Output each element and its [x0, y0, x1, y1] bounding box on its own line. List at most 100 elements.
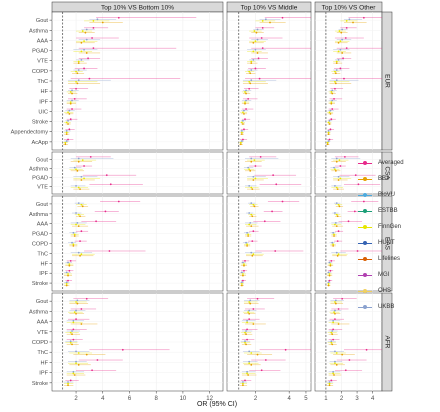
- point-estimate: [249, 82, 252, 85]
- point-estimate: [67, 261, 69, 264]
- point-estimate: [245, 241, 247, 244]
- point-estimate: [69, 101, 72, 103]
- point-estimate: [75, 70, 77, 73]
- panel-title: Top 10% VS Middle: [241, 5, 298, 12]
- row-label: Stroke: [32, 381, 48, 387]
- point-estimate: [75, 312, 77, 315]
- point-estimate: [332, 338, 335, 341]
- point-estimate: [260, 369, 263, 372]
- point-estimate: [239, 141, 242, 144]
- point-estimate: [77, 363, 80, 366]
- point-estimate: [81, 205, 84, 208]
- point-estimate: [336, 215, 339, 218]
- row-label: Stroke: [32, 281, 48, 287]
- point-estimate: [338, 159, 341, 162]
- point-estimate: [69, 259, 72, 262]
- point-estimate: [65, 271, 68, 274]
- row-label: VTE: [37, 330, 48, 336]
- point-estimate: [242, 273, 244, 275]
- point-estimate: [252, 175, 255, 178]
- point-estimate: [335, 79, 338, 82]
- point-estimate: [85, 38, 88, 41]
- point-estimate: [80, 230, 83, 233]
- point-estimate: [250, 157, 253, 160]
- point-estimate: [256, 297, 259, 300]
- x-tick-label: 2: [254, 396, 258, 402]
- point-estimate: [73, 374, 76, 376]
- point-estimate: [334, 212, 336, 214]
- point-estimate: [72, 338, 75, 341]
- point-estimate: [245, 330, 247, 332]
- point-estimate: [244, 341, 246, 344]
- point-estimate: [337, 41, 340, 44]
- point-estimate: [330, 341, 333, 344]
- point-estimate: [334, 350, 336, 353]
- row-label: Stroke: [32, 120, 48, 126]
- point-estimate: [252, 59, 255, 61]
- point-estimate: [331, 241, 334, 244]
- point-estimate: [248, 70, 251, 73]
- point-estimate: [250, 251, 253, 254]
- point-estimate: [117, 16, 120, 19]
- point-estimate: [342, 57, 344, 60]
- point-estimate: [84, 31, 87, 34]
- point-estimate: [333, 97, 335, 100]
- point-estimate: [327, 133, 330, 136]
- point-estimate: [77, 352, 80, 354]
- point-estimate: [72, 370, 75, 373]
- point-estimate: [80, 323, 83, 325]
- point-estimate: [244, 259, 246, 262]
- point-estimate: [91, 37, 93, 39]
- x-tick-label: 5: [304, 396, 308, 402]
- point-estimate: [250, 352, 253, 354]
- point-estimate: [121, 348, 124, 351]
- point-estimate: [81, 159, 84, 162]
- point-estimate: [248, 350, 251, 353]
- point-estimate: [333, 374, 335, 376]
- point-estimate: [248, 87, 251, 90]
- point-estimate: [83, 48, 85, 51]
- point-estimate: [243, 109, 245, 112]
- point-estimate: [72, 321, 75, 324]
- point-estimate: [243, 112, 245, 115]
- point-estimate: [246, 372, 248, 375]
- point-estimate: [245, 108, 247, 110]
- point-estimate: [326, 141, 329, 144]
- point-estimate: [341, 353, 344, 356]
- point-estimate: [240, 282, 243, 285]
- point-estimate: [75, 318, 77, 321]
- group-strip-label: AFR: [383, 336, 390, 349]
- legend-item: OHS: [358, 283, 438, 299]
- point-estimate: [72, 372, 75, 375]
- point-estimate: [77, 213, 80, 216]
- point-estimate: [252, 203, 255, 206]
- point-estimate: [79, 215, 81, 218]
- point-estimate: [328, 138, 331, 141]
- point-estimate: [335, 60, 338, 63]
- point-estimate: [83, 177, 85, 180]
- point-estimate: [332, 370, 335, 373]
- point-estimate: [271, 210, 273, 213]
- point-estimate: [73, 233, 76, 236]
- point-estimate: [247, 97, 250, 100]
- point-estimate: [67, 382, 69, 385]
- point-estimate: [333, 233, 335, 236]
- point-estimate: [335, 186, 338, 189]
- point-estimate: [250, 60, 253, 63]
- point-estimate: [251, 215, 254, 218]
- row-label: Gout: [36, 299, 49, 305]
- point-estimate: [274, 250, 277, 252]
- x-tick-label: 4: [287, 396, 291, 402]
- point-estimate: [328, 111, 331, 114]
- point-estimate: [240, 130, 243, 132]
- point-estimate: [83, 165, 85, 167]
- point-estimate: [333, 311, 335, 314]
- point-estimate: [96, 359, 99, 361]
- point-estimate: [252, 308, 255, 310]
- point-estimate: [92, 26, 95, 29]
- point-estimate: [339, 165, 342, 167]
- point-estimate: [67, 119, 69, 122]
- point-estimate: [108, 250, 111, 252]
- point-estimate: [247, 166, 250, 169]
- point-estimate: [337, 59, 340, 61]
